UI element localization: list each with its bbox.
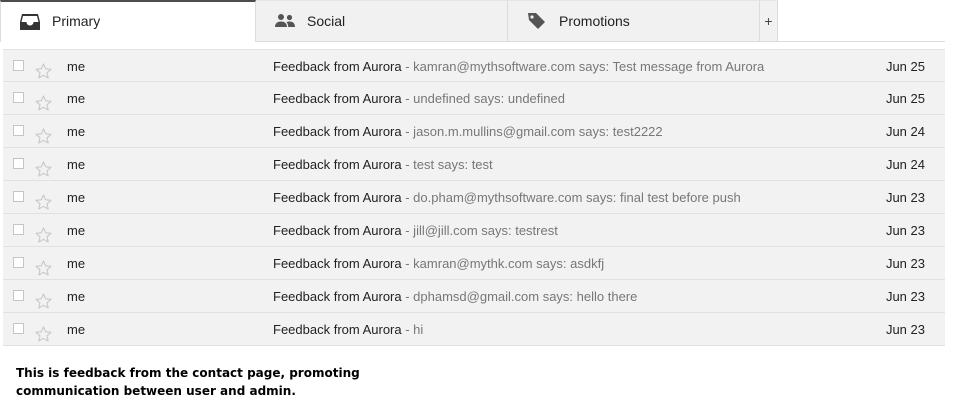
tab-label: Social [307, 13, 346, 29]
inbox-icon [19, 13, 41, 31]
email-row[interactable]: me Feedback from Aurora - undefined says:… [3, 82, 945, 115]
email-subject: Feedback from Aurora [273, 157, 402, 172]
select-checkbox[interactable] [13, 257, 24, 268]
email-date: Jun 23 [885, 289, 925, 304]
email-subject: Feedback from Aurora [273, 190, 402, 205]
subject-line: Feedback from Aurora - hi [273, 313, 853, 346]
email-date: Jun 23 [885, 256, 925, 271]
tab-primary[interactable]: Primary [0, 0, 256, 42]
email-subject: Feedback from Aurora [273, 289, 402, 304]
subject-line: Feedback from Aurora - kamran@mythsoftwa… [273, 50, 853, 83]
star-icon[interactable] [35, 255, 52, 276]
email-date: Jun 25 [885, 91, 925, 106]
sender-name: me [67, 289, 86, 304]
email-snippet: - test says: test [401, 157, 493, 172]
email-row[interactable]: me Feedback from Aurora - jason.m.mullins… [3, 115, 945, 148]
email-row[interactable]: me Feedback from Aurora - dphamsd@gmail.c… [3, 280, 945, 313]
sender-name: me [67, 157, 86, 172]
email-row[interactable]: me Feedback from Aurora - test says: test… [3, 148, 945, 181]
subject-line: Feedback from Aurora - undefined says: u… [273, 82, 853, 115]
tab-label: Primary [52, 13, 101, 29]
caption-line: communication between user and admin. [16, 384, 296, 398]
email-row[interactable]: me Feedback from Aurora - do.pham@mythsof… [3, 181, 945, 214]
email-subject: Feedback from Aurora [273, 59, 402, 74]
sender-name: me [67, 256, 86, 271]
email-date: Jun 24 [885, 124, 925, 139]
star-icon[interactable] [35, 156, 52, 177]
category-tab-bar: Primary Social Promotions + [0, 0, 945, 42]
email-subject: Feedback from Aurora [273, 322, 402, 337]
app-root: Primary Social Promotions + me Feedback … [0, 0, 963, 407]
email-snippet: - kamran@mythsoftware.com says: Test mes… [401, 59, 765, 74]
email-row[interactable]: me Feedback from Aurora - jill@jill.com s… [3, 214, 945, 247]
star-icon[interactable] [35, 90, 52, 111]
email-date: Jun 23 [885, 190, 925, 205]
email-subject: Feedback from Aurora [273, 256, 402, 271]
email-snippet: - do.pham@mythsoftware.com says: final t… [401, 190, 741, 205]
tab-social[interactable]: Social [256, 0, 508, 41]
caption-line: This is feedback from the contact page, … [16, 366, 360, 380]
sender-name: me [67, 91, 86, 106]
email-subject: Feedback from Aurora [273, 124, 402, 139]
subject-line: Feedback from Aurora - test says: test [273, 148, 853, 181]
sender-name: me [67, 190, 86, 205]
email-snippet: - jill@jill.com says: testrest [401, 223, 558, 238]
star-icon[interactable] [35, 321, 52, 342]
tab-label: Promotions [559, 13, 630, 29]
star-icon[interactable] [35, 222, 52, 243]
sender-name: me [67, 223, 86, 238]
subject-line: Feedback from Aurora - kamran@mythk.com … [273, 247, 853, 280]
star-icon[interactable] [35, 288, 52, 309]
select-checkbox[interactable] [13, 191, 24, 202]
email-row[interactable]: me Feedback from Aurora - hi Jun 23 [3, 313, 945, 346]
people-icon [274, 12, 296, 30]
email-date: Jun 24 [885, 157, 925, 172]
email-list: me Feedback from Aurora - kamran@mythsoft… [3, 49, 945, 346]
sender-name: me [67, 59, 86, 74]
select-checkbox[interactable] [13, 290, 24, 301]
email-date: Jun 23 [885, 223, 925, 238]
subject-line: Feedback from Aurora - do.pham@mythsoftw… [273, 181, 853, 214]
select-checkbox[interactable] [13, 92, 24, 103]
select-checkbox[interactable] [13, 224, 24, 235]
select-checkbox[interactable] [13, 125, 24, 136]
subject-line: Feedback from Aurora - jason.m.mullins@g… [273, 115, 853, 148]
email-subject: Feedback from Aurora [273, 223, 402, 238]
select-checkbox[interactable] [13, 60, 24, 71]
email-date: Jun 23 [885, 322, 925, 337]
tab-promotions[interactable]: Promotions [508, 0, 760, 41]
add-tab-button[interactable]: + [760, 0, 778, 41]
star-icon[interactable] [35, 123, 52, 144]
email-date: Jun 25 [885, 59, 925, 74]
sender-name: me [67, 322, 86, 337]
email-subject: Feedback from Aurora [273, 91, 402, 106]
star-icon[interactable] [35, 189, 52, 210]
sender-name: me [67, 124, 86, 139]
select-checkbox[interactable] [13, 323, 24, 334]
email-row[interactable]: me Feedback from Aurora - kamran@mythsoft… [3, 49, 945, 82]
email-snippet: - dphamsd@gmail.com says: hello there [401, 289, 638, 304]
tag-icon [526, 12, 548, 30]
email-row[interactable]: me Feedback from Aurora - kamran@mythk.co… [3, 247, 945, 280]
email-snippet: - jason.m.mullins@gmail.com says: test22… [401, 124, 663, 139]
star-icon[interactable] [35, 58, 52, 79]
email-snippet: - undefined says: undefined [401, 91, 565, 106]
caption-text: This is feedback from the contact page, … [16, 364, 376, 400]
email-snippet: - kamran@mythk.com says: asdkfj [401, 256, 605, 271]
subject-line: Feedback from Aurora - dphamsd@gmail.com… [273, 280, 853, 313]
select-checkbox[interactable] [13, 158, 24, 169]
email-snippet: - hi [401, 322, 424, 337]
subject-line: Feedback from Aurora - jill@jill.com say… [273, 214, 853, 247]
